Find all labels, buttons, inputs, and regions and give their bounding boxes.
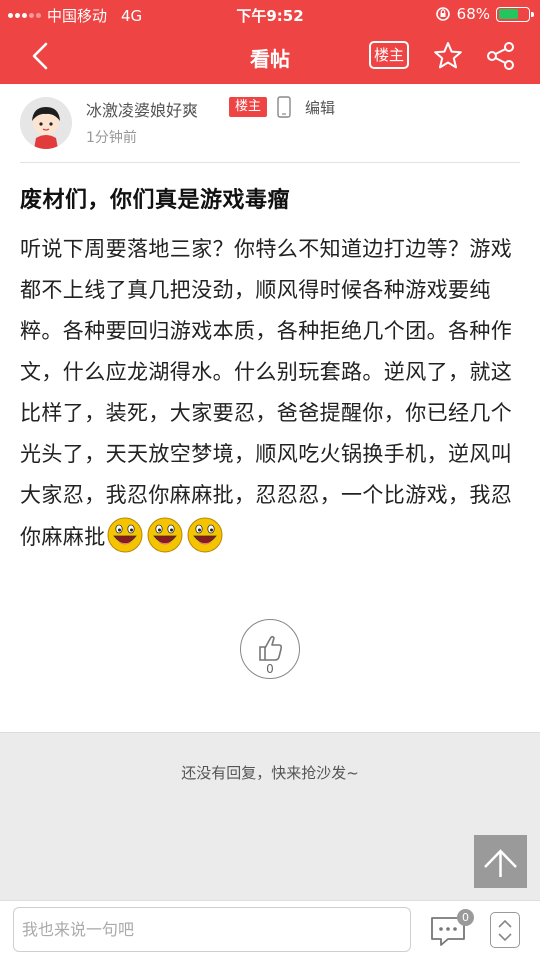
laughing-emoji-icon	[107, 517, 143, 553]
divider	[20, 162, 520, 163]
scroll-to-top-button[interactable]	[474, 835, 527, 888]
page-nav-button[interactable]	[490, 912, 520, 948]
battery-percent: 68%	[456, 5, 490, 23]
page-nav-icon	[498, 919, 512, 942]
rotation-lock-icon	[435, 7, 450, 21]
avatar-image	[20, 97, 72, 149]
post-body: 听说下周要落地三家？你特么不知道边打边等？游戏都不上线了真几把没劲，顺风得时候各…	[20, 229, 522, 558]
empty-replies-text: 还没有回复，快来抢沙发~	[181, 764, 359, 782]
avatar[interactable]	[20, 97, 72, 149]
star-icon[interactable]	[432, 40, 464, 72]
phone-device-icon	[277, 96, 291, 118]
reply-area	[0, 732, 540, 900]
comment-input[interactable]	[13, 907, 411, 952]
emoji-group	[106, 517, 226, 553]
author-name[interactable]: 冰激凌婆娘好爽	[86, 97, 198, 121]
laughing-emoji-icon	[147, 517, 183, 553]
edit-button[interactable]: 编辑	[305, 97, 335, 118]
battery-fill	[498, 9, 519, 19]
owner-badge: 楼主	[229, 97, 267, 117]
post-body-text: 听说下周要落地三家？你特么不知道边打边等？游戏都不上线了真几把没劲，顺风得时候各…	[20, 237, 513, 549]
status-bar: 中国移动 4G 下午9:52 68%	[0, 0, 540, 28]
nav-bar: 看帖 楼主	[0, 28, 540, 84]
owner-only-button[interactable]: 楼主	[369, 41, 409, 69]
comment-count-badge: 0	[457, 909, 474, 926]
share-icon[interactable]	[485, 40, 517, 72]
battery-icon	[496, 6, 534, 22]
scroll-to-top-icon	[484, 849, 517, 877]
status-right: 68%	[435, 5, 534, 23]
post-time: 1分钟前	[86, 130, 137, 146]
post-title: 废材们，你们真是游戏毒瘤	[20, 188, 291, 213]
like-count: 0	[266, 662, 274, 676]
laughing-emoji-icon	[187, 517, 223, 553]
